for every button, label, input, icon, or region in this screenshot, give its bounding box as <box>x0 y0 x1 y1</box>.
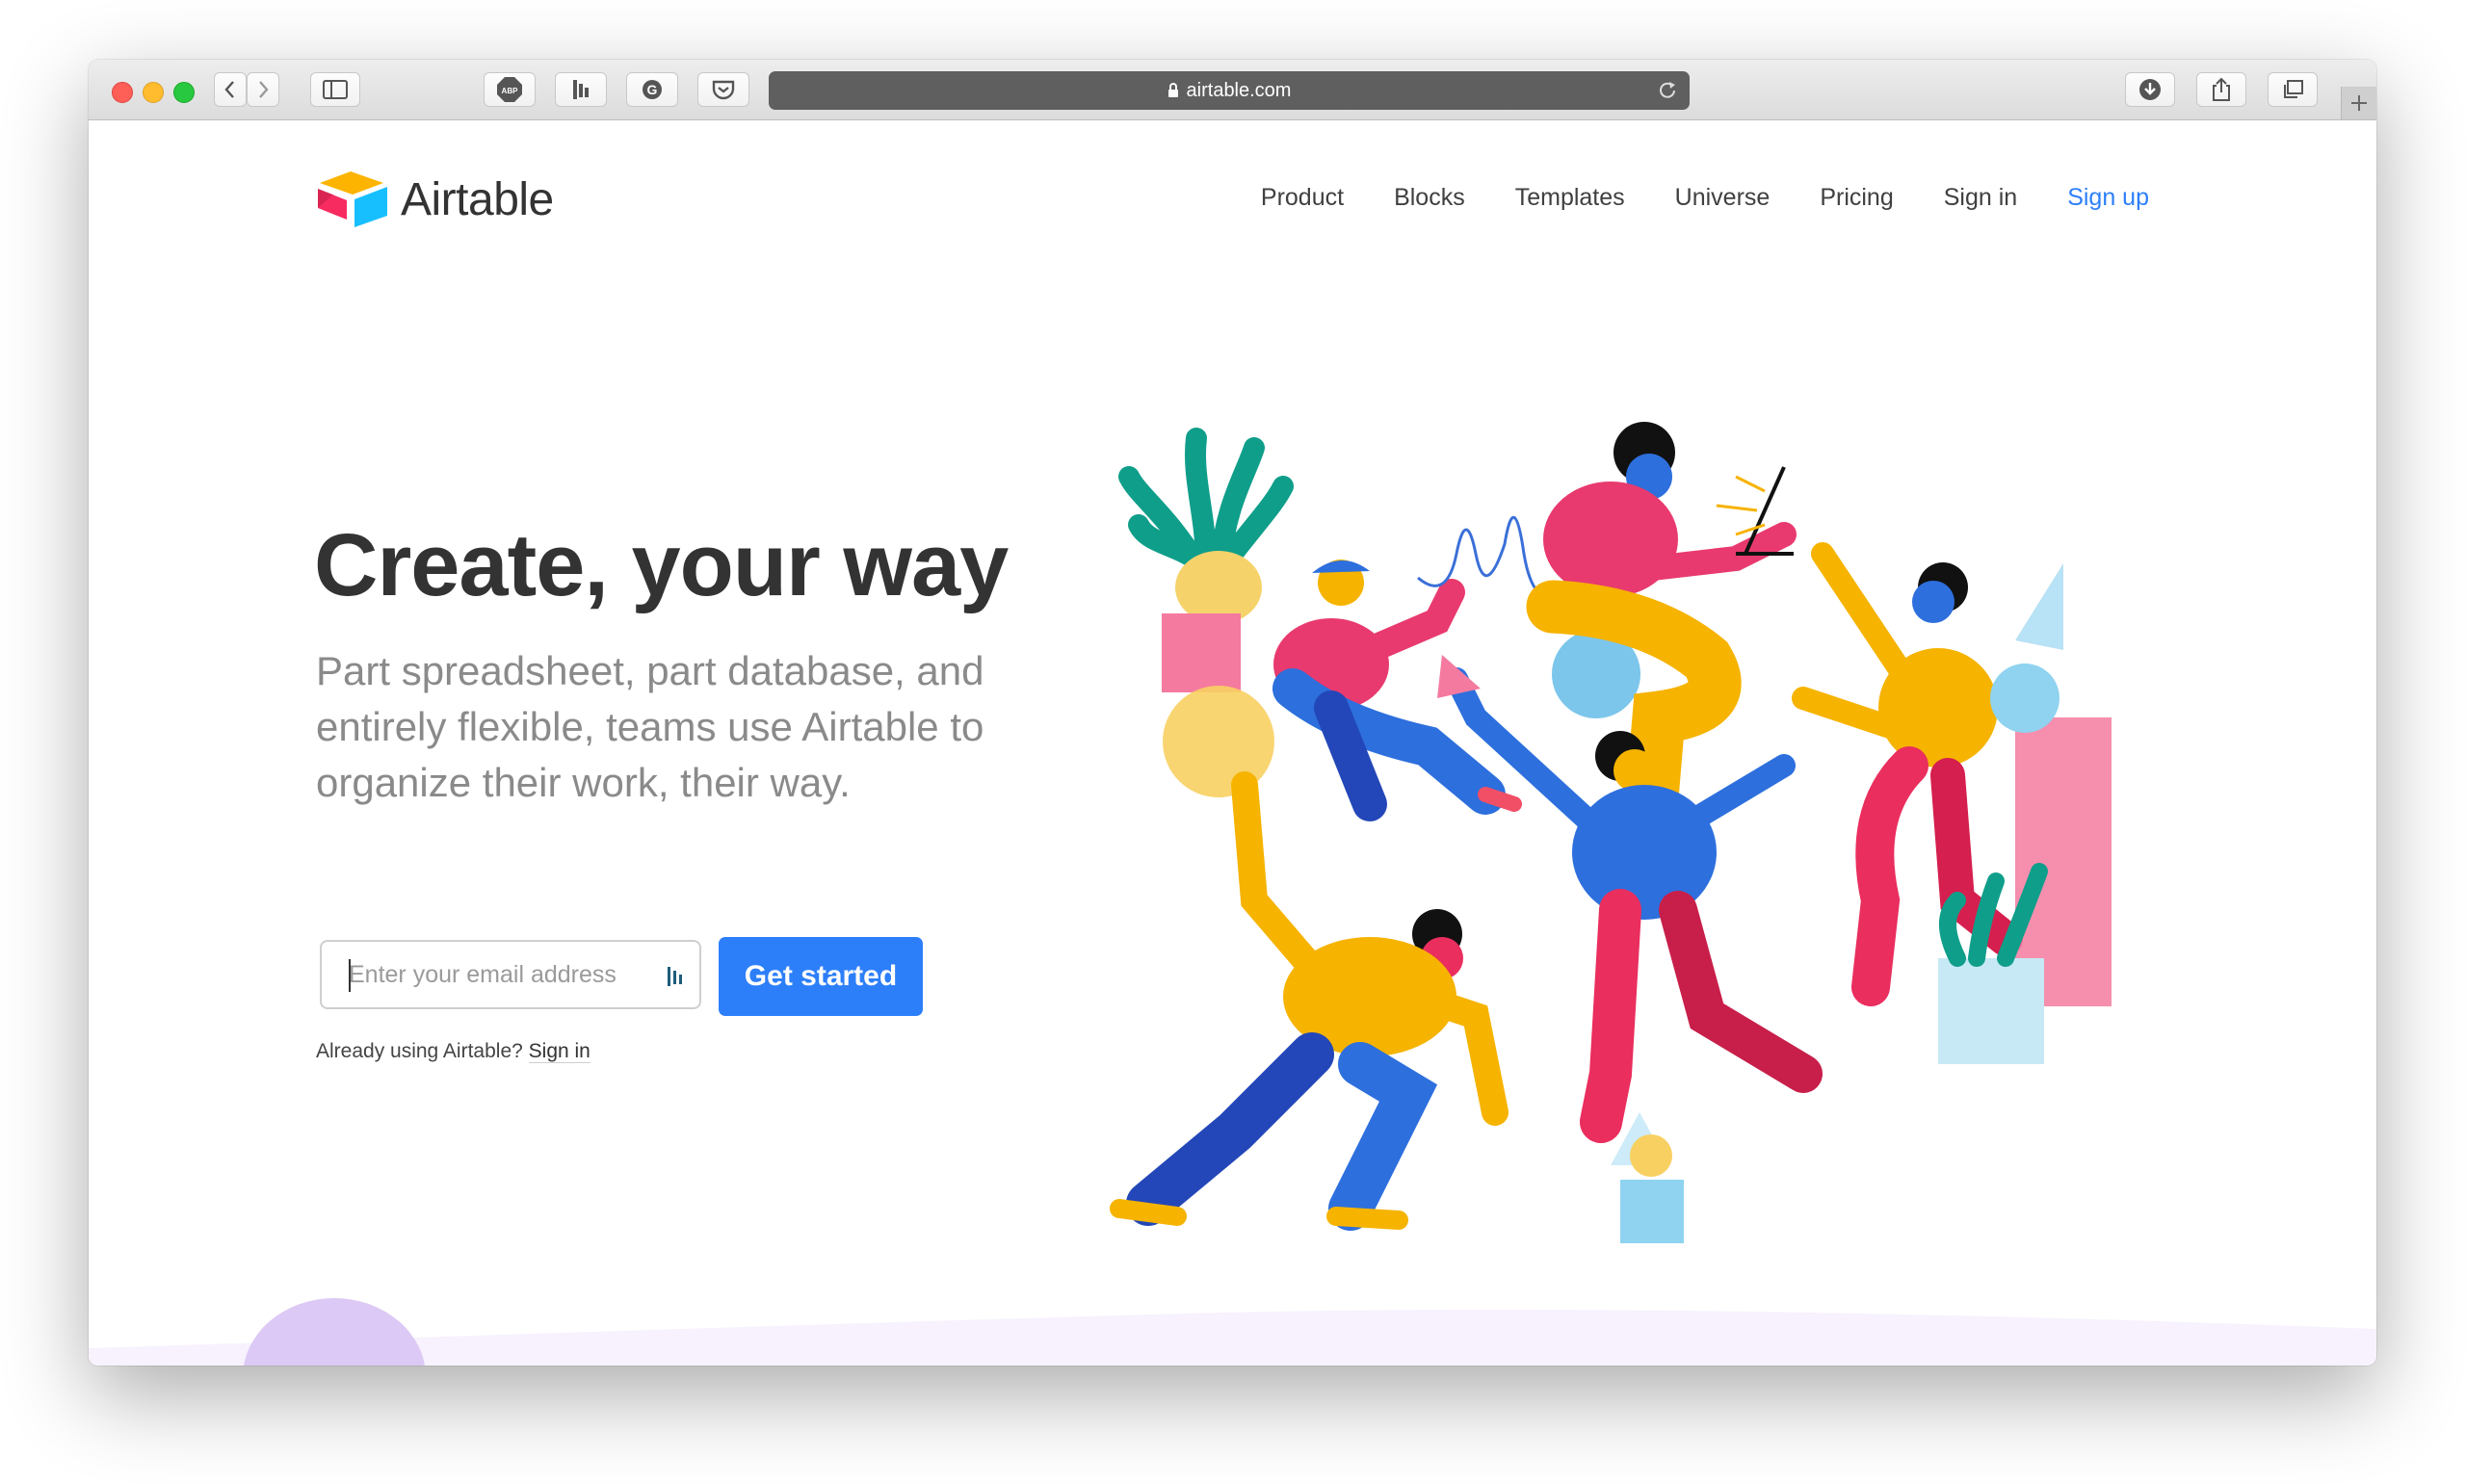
address-url: airtable.com <box>1186 79 1292 101</box>
email-field-wrapper <box>320 940 701 1009</box>
browser-toolbar: ABP G airtable.com <box>89 60 2376 120</box>
browser-window: ABP G airtable.com Airtable Product Bloc… <box>89 60 2376 1366</box>
pocket-icon <box>712 80 735 100</box>
brand-name: Airtable <box>401 173 554 225</box>
person-illustration-right <box>1792 542 2112 1064</box>
bookmark-extension-button[interactable] <box>555 72 607 107</box>
sidebar-icon <box>323 80 348 99</box>
webpage: Airtable Product Blocks Templates Univer… <box>89 120 2376 1366</box>
hero-sign-in-link[interactable]: Sign in <box>528 1040 590 1063</box>
grammarly-icon: G <box>643 80 662 99</box>
plus-icon <box>2351 95 2367 111</box>
nav-pricing[interactable]: Pricing <box>1820 184 1893 212</box>
back-button[interactable] <box>214 72 247 107</box>
bookmark-icon <box>573 80 589 99</box>
close-window-button[interactable] <box>112 82 133 103</box>
nav-sign-in[interactable]: Sign in <box>1944 184 2017 212</box>
tabs-overview-button[interactable] <box>2268 72 2318 107</box>
download-icon <box>2139 79 2161 100</box>
password-manager-icon[interactable] <box>667 965 686 992</box>
svg-text:ABP: ABP <box>502 87 519 95</box>
airtable-logo-icon <box>318 171 387 227</box>
minimize-window-button[interactable] <box>143 82 164 103</box>
potted-plant-illustration <box>1118 428 1294 797</box>
grammarly-button[interactable]: G <box>626 72 678 107</box>
hero-illustration <box>1110 422 2112 1243</box>
nav-universe[interactable]: Universe <box>1675 184 1771 212</box>
nav-templates[interactable]: Templates <box>1515 184 1625 212</box>
lock-icon <box>1167 83 1179 98</box>
text-caret <box>349 959 351 992</box>
share-button[interactable] <box>2196 72 2246 107</box>
nav-blocks[interactable]: Blocks <box>1394 184 1465 212</box>
svg-text:G: G <box>647 82 658 97</box>
nav-product[interactable]: Product <box>1261 184 1344 212</box>
reload-icon[interactable] <box>1657 80 1678 107</box>
tabs-icon <box>2284 80 2303 98</box>
adblock-button[interactable]: ABP <box>484 72 536 107</box>
nav-sign-up[interactable]: Sign up <box>2067 184 2149 212</box>
airtable-logo[interactable]: Airtable <box>316 169 554 229</box>
back-icon <box>224 81 234 98</box>
new-tab-button[interactable] <box>2341 87 2376 119</box>
pocket-button[interactable] <box>697 72 749 107</box>
get-started-button[interactable]: Get started <box>719 937 923 1016</box>
downloads-button[interactable] <box>2125 72 2175 107</box>
forward-button[interactable] <box>247 72 279 107</box>
main-nav: Product Blocks Templates Universe Pricin… <box>1211 184 2149 212</box>
section-divider-wave <box>89 1298 2376 1366</box>
already-label: Already using Airtable? <box>316 1040 523 1062</box>
forward-icon <box>259 81 269 98</box>
hero-title: Create, your way <box>314 516 1009 614</box>
address-bar[interactable]: airtable.com <box>769 71 1690 110</box>
adblock-icon: ABP <box>497 77 522 102</box>
hero-subtitle: Part spreadsheet, part database, and ent… <box>316 648 984 805</box>
already-using-text: Already using Airtable? Sign in <box>316 1040 590 1063</box>
zoom-window-button[interactable] <box>173 82 195 103</box>
share-icon <box>2213 77 2230 101</box>
sidebar-button[interactable] <box>310 72 360 107</box>
email-input[interactable] <box>347 959 669 990</box>
